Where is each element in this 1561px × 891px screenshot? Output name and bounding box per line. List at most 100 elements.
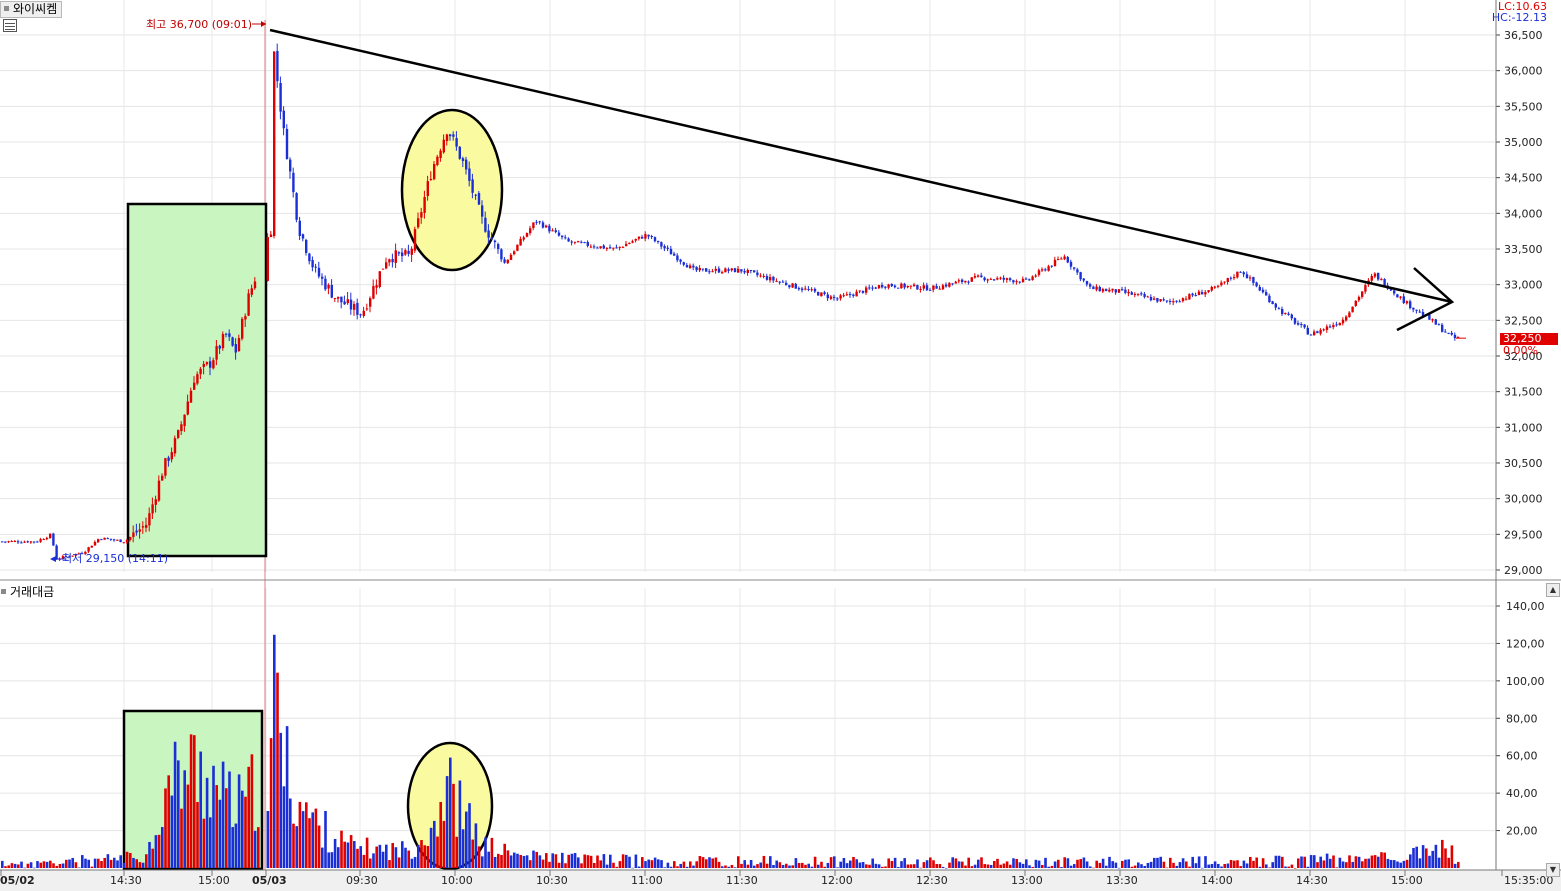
volume-bar xyxy=(525,855,529,868)
volume-bar xyxy=(740,863,743,868)
candle-body xyxy=(858,290,861,292)
volume-bar xyxy=(964,865,967,868)
volume-bar xyxy=(705,859,708,868)
candle-body xyxy=(1213,286,1217,288)
volume-bar xyxy=(1060,867,1063,868)
candle-body xyxy=(813,288,817,292)
candle-body xyxy=(615,247,618,249)
candle-body xyxy=(669,248,673,255)
volume-bar xyxy=(1364,858,1367,868)
volume-bar xyxy=(1348,855,1351,868)
volume-bar xyxy=(417,844,420,868)
candle-body xyxy=(1015,281,1018,283)
candle-body xyxy=(1127,291,1130,294)
volume-bar xyxy=(1396,861,1399,868)
volume-bar xyxy=(980,857,983,868)
volume-bar xyxy=(676,866,679,868)
x-tick-label: 15:00 xyxy=(1391,874,1423,887)
candle-body xyxy=(337,296,340,299)
volume-bar xyxy=(397,857,401,868)
volume-bar xyxy=(948,862,951,868)
volume-bar xyxy=(817,864,820,868)
volume-bar xyxy=(20,861,23,868)
candle-body xyxy=(490,237,493,240)
candle-body xyxy=(516,244,519,251)
candle-body xyxy=(23,541,26,543)
candle-body xyxy=(1287,313,1290,315)
volume-bar xyxy=(97,858,100,868)
y-tick-label: 32,500 xyxy=(1504,314,1543,327)
candle-body xyxy=(36,541,39,543)
candle-body xyxy=(1201,292,1204,295)
volume-bar xyxy=(685,866,689,868)
candle-body xyxy=(1105,289,1108,292)
candle-body xyxy=(97,539,100,543)
candle-body xyxy=(1156,298,1159,302)
volume-bar xyxy=(874,863,878,868)
volume-bar xyxy=(109,859,113,868)
candle-body xyxy=(676,255,679,261)
x-tick-label: 10:00 xyxy=(441,874,473,887)
candle-body xyxy=(218,345,221,349)
volume-bar xyxy=(641,857,644,868)
volume-bar xyxy=(577,857,580,868)
candle-body xyxy=(692,265,695,268)
volume-bar xyxy=(135,859,138,868)
candle-body xyxy=(842,295,845,297)
volume-bar xyxy=(1143,865,1146,868)
candle-body xyxy=(247,293,250,316)
volume-bar xyxy=(743,860,746,868)
candle-body xyxy=(116,539,119,541)
volume-bar xyxy=(52,863,55,868)
candle-body xyxy=(1162,299,1165,301)
candle-body xyxy=(301,234,305,239)
candle-body xyxy=(33,541,36,543)
volume-bar xyxy=(1121,860,1124,868)
candle-body xyxy=(532,222,535,228)
volume-bar xyxy=(989,864,993,868)
candle-body xyxy=(1265,292,1268,296)
volume-bar xyxy=(13,863,17,868)
volume-bar xyxy=(794,858,798,868)
candle-body xyxy=(279,83,282,112)
candle-body xyxy=(1309,334,1313,336)
candle-body xyxy=(477,193,481,205)
volume-bar xyxy=(628,856,631,868)
candle-body xyxy=(420,212,423,218)
candle-body xyxy=(775,280,778,282)
arrow-up-icon[interactable]: ▲ xyxy=(1546,583,1560,597)
volume-bar xyxy=(1341,861,1345,868)
volume-bar xyxy=(202,818,206,868)
candle-body xyxy=(1255,282,1258,287)
candle-body xyxy=(100,539,103,541)
volume-bar xyxy=(1377,856,1380,868)
candle-body xyxy=(1165,300,1169,302)
volume-bar xyxy=(477,846,481,868)
candle-body xyxy=(759,275,762,277)
candle-body xyxy=(1012,280,1015,283)
chart-svg: 최고 36,700 (09:01) 최저 29,150 (14:11) 29,00… xyxy=(0,0,1561,891)
volume-bar xyxy=(1428,855,1431,868)
y-tick-label: 34,000 xyxy=(1504,207,1543,220)
volume-bar xyxy=(785,863,788,868)
candle-body xyxy=(333,297,337,299)
volume-bar xyxy=(113,857,116,868)
volume-bar xyxy=(317,825,321,868)
arrow-down-icon[interactable]: ▼ xyxy=(1546,863,1560,877)
candle-body xyxy=(1133,293,1137,295)
y-tick-label: 60,00 xyxy=(1506,750,1538,763)
candle-body xyxy=(1169,300,1172,302)
volume-bar xyxy=(893,857,897,868)
candle-body xyxy=(157,480,161,501)
volume-bar xyxy=(775,860,778,868)
volume-bar xyxy=(865,864,868,868)
volume-bar xyxy=(164,788,167,868)
volume-bar xyxy=(455,836,458,868)
volume-bar xyxy=(458,780,462,868)
candle-body xyxy=(1348,312,1351,318)
candle-body xyxy=(503,259,506,263)
candle-body xyxy=(407,250,410,254)
volume-bar xyxy=(349,835,353,868)
candle-body xyxy=(1383,279,1386,286)
volume-bar xyxy=(68,859,71,868)
